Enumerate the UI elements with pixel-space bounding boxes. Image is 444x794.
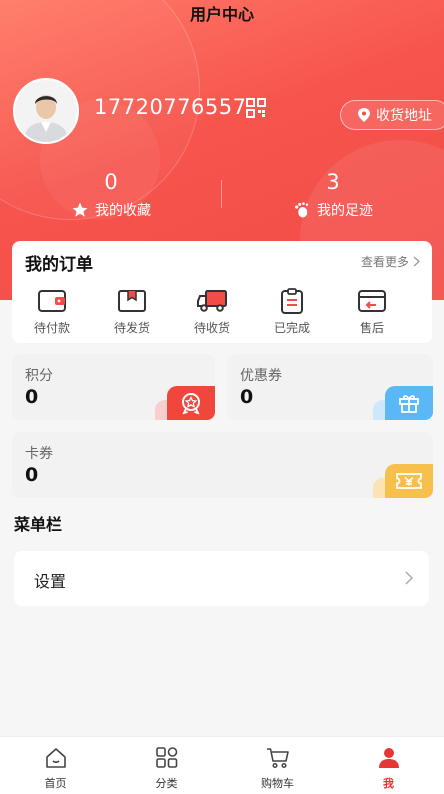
- tab-me[interactable]: 我: [333, 737, 444, 794]
- points-card[interactable]: 积分 0: [12, 354, 215, 420]
- chevron-right-icon: [413, 256, 420, 267]
- tab-me-label: 我: [383, 777, 394, 790]
- qr-code-icon[interactable]: [246, 98, 266, 118]
- order-completed-label: 已完成: [273, 321, 310, 335]
- tab-cart[interactable]: 购物车: [222, 737, 333, 794]
- order-pending-receipt-label: 待收货: [193, 321, 230, 335]
- my-orders-card: 我的订单 查看更多 待付款 待发货 待收货 已完成 售后: [12, 241, 432, 343]
- cards-card[interactable]: 卡券 0: [12, 432, 433, 498]
- order-after-sales-label: 售后: [359, 321, 384, 335]
- view-more-orders-link[interactable]: 查看更多: [361, 253, 420, 270]
- medal-icon: [182, 393, 200, 415]
- ticket-icon: [396, 473, 422, 489]
- gift-icon: [399, 395, 419, 413]
- truck-icon: [197, 290, 227, 312]
- order-after-sales[interactable]: 售后: [332, 288, 412, 336]
- home-icon: [45, 748, 66, 768]
- points-value: 0: [25, 386, 39, 408]
- cards-value: 0: [25, 464, 39, 486]
- tab-category[interactable]: 分类: [111, 737, 222, 794]
- settings-label: 设置: [34, 572, 67, 591]
- favorites-count: 0: [104, 170, 118, 194]
- order-pending-receipt[interactable]: 待收货: [172, 288, 252, 336]
- coupons-label: 优惠券: [240, 368, 282, 384]
- favorites-stat[interactable]: 0 我的收藏: [0, 168, 222, 223]
- gift-badge: [385, 386, 433, 420]
- shipping-address-button[interactable]: 收货地址: [340, 100, 444, 130]
- footprints-label: 我的足迹: [317, 203, 373, 219]
- cards-label: 卡券: [25, 446, 53, 462]
- order-pending-shipment[interactable]: 待发货: [92, 288, 172, 336]
- points-label: 积分: [25, 368, 53, 384]
- medal-badge: [167, 386, 215, 420]
- return-icon: [358, 290, 386, 312]
- favorites-label: 我的收藏: [95, 203, 151, 219]
- coupons-card[interactable]: 优惠券 0: [227, 354, 433, 420]
- my-orders-title: 我的订单: [25, 255, 93, 275]
- order-pending-payment[interactable]: 待付款: [12, 288, 92, 336]
- tab-cart-label: 购物车: [261, 777, 294, 790]
- cart-icon: [266, 748, 289, 769]
- tab-home[interactable]: 首页: [0, 737, 111, 794]
- box-icon: [118, 290, 146, 312]
- bottom-tab-bar: 首页 分类 购物车 我: [0, 736, 444, 794]
- page-title: 用户中心: [189, 5, 254, 24]
- location-pin-icon: [358, 108, 370, 122]
- footprints-count: 3: [326, 170, 340, 194]
- menu-section-title: 菜单栏: [14, 515, 63, 534]
- view-more-label: 查看更多: [360, 255, 409, 269]
- chevron-right-icon: [405, 571, 413, 585]
- tab-home-label: 首页: [44, 777, 67, 790]
- order-pending-payment-label: 待付款: [33, 321, 70, 335]
- order-pending-shipment-label: 待发货: [113, 321, 150, 335]
- shipping-address-label: 收货地址: [376, 108, 432, 124]
- ticket-badge: [385, 464, 433, 498]
- avatar[interactable]: [13, 78, 79, 144]
- star-icon: [72, 202, 88, 217]
- footprints-stat[interactable]: 3 我的足迹: [222, 168, 444, 223]
- category-icon: [155, 747, 177, 768]
- user-icon: [378, 748, 399, 768]
- top-bar: 用户中心: [0, 0, 444, 30]
- settings-menu-item[interactable]: 设置: [14, 551, 429, 606]
- coupons-value: 0: [240, 386, 254, 408]
- tab-category-label: 分类: [155, 777, 178, 790]
- clipboard-icon: [281, 288, 303, 314]
- wallet-icon: [38, 290, 66, 312]
- order-completed[interactable]: 已完成: [252, 288, 332, 336]
- user-phone-number: 17720776557: [94, 95, 247, 119]
- footprint-icon: [295, 202, 309, 218]
- avatar-image: [15, 80, 77, 142]
